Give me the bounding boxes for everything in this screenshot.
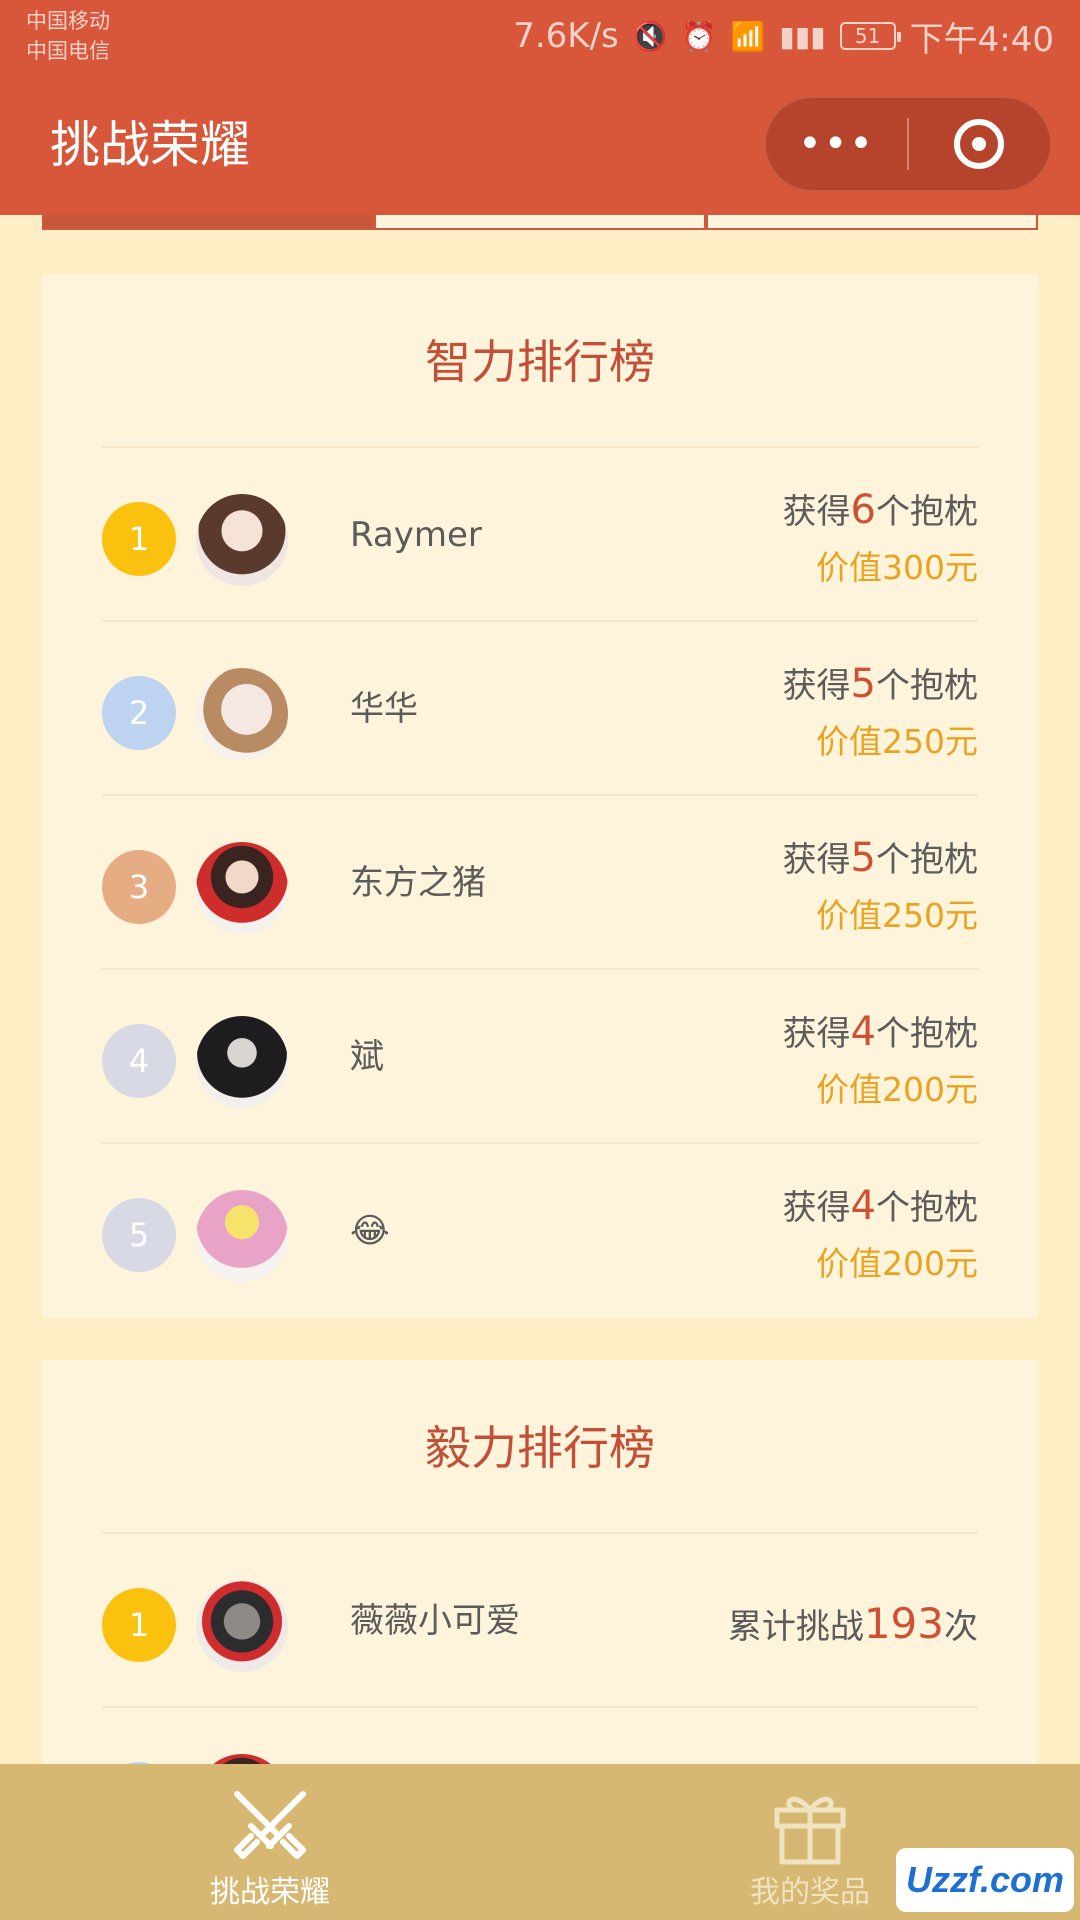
player-name: 东方之猪: [350, 863, 486, 903]
award-count: 5: [850, 661, 876, 707]
award-suffix: 个抱枕: [876, 492, 978, 532]
avatar: [196, 1580, 288, 1672]
award-suffix: 个抱枕: [876, 1014, 978, 1054]
gift-icon: [774, 1796, 846, 1865]
mute-icon: 🔇: [632, 19, 668, 53]
award-suffix: 个抱枕: [876, 840, 978, 880]
award-prefix: 获得: [782, 492, 851, 532]
count-suffix: 次: [944, 1607, 978, 1647]
rank-badge: 1: [102, 1588, 176, 1662]
tab-label: 挑战荣耀: [210, 1875, 330, 1910]
leaderboard-row[interactable]: 1 薇薇小可爱 累计挑战193次: [102, 1534, 978, 1708]
award-prefix: 获得: [782, 666, 851, 706]
target-icon: [954, 119, 1005, 169]
leaderboard-title: 智力排行榜: [425, 335, 655, 389]
leaderboard-row[interactable]: 1 Raymer 获得6个抱枕 价值300元: [102, 448, 978, 622]
close-miniprogram-button[interactable]: [909, 98, 1050, 190]
player-name: 薇薇小可爱: [350, 1601, 520, 1641]
rank-badge: 5: [102, 1198, 176, 1272]
avatar: [196, 494, 288, 586]
award-value: 价值200元: [816, 1070, 978, 1109]
clock: 下午4:40: [909, 19, 1054, 60]
intellect-leaderboard: 智力排行榜 1 Raymer 获得6个抱枕 价值300元 2 华华 获得5个抱枕…: [42, 274, 1038, 1318]
player-name: 华华: [350, 689, 418, 729]
wifi-icon: 📶: [730, 19, 766, 53]
more-dots-icon: •••: [798, 121, 875, 167]
award-count: 5: [850, 835, 876, 881]
rank-badge: 1: [102, 502, 176, 576]
count-number: 193: [863, 1599, 944, 1648]
leaderboard-title: 毅力排行榜: [425, 1421, 655, 1475]
challenge-count: 累计挑战193次: [728, 1596, 978, 1655]
battery-indicator: 51: [839, 22, 901, 50]
award-info: 获得6个抱枕 价值300元: [783, 482, 978, 596]
player-name: 😂: [350, 1211, 390, 1251]
award-prefix: 获得: [782, 1188, 851, 1228]
tab-challenge-glory[interactable]: 挑战荣耀: [90, 1764, 450, 1920]
award-info: 获得4个抱枕 价值200元: [783, 1004, 978, 1118]
site-watermark-logo: Uzzf.com: [896, 1848, 1074, 1912]
leaderboard-row[interactable]: 3 东方之猪 获得5个抱枕 价值250元: [102, 796, 978, 970]
carrier-label-2: 中国电信: [26, 39, 110, 63]
crossed-swords-icon: [234, 1791, 306, 1859]
avatar: [196, 1016, 288, 1108]
status-indicators: 7.6K/s 🔇 ⏰ 📶 ▮▮▮ 51 下午4:40: [513, 14, 1054, 60]
avatar: [196, 842, 288, 934]
award-suffix: 个抱枕: [876, 1188, 978, 1228]
avatar: [196, 1190, 288, 1282]
rank-badge: 3: [102, 850, 176, 924]
award-value: 价值300元: [816, 548, 978, 587]
award-info: 获得4个抱枕 价值200元: [783, 1178, 978, 1292]
player-name: 斌: [350, 1037, 384, 1077]
award-value: 价值250元: [816, 896, 978, 935]
rank-badge: 4: [102, 1024, 176, 1098]
award-value: 价值250元: [816, 722, 978, 761]
avatar: [196, 668, 288, 760]
award-prefix: 获得: [782, 1014, 851, 1054]
page-title: 挑战荣耀: [50, 116, 250, 174]
award-count: 6: [850, 487, 876, 533]
alarm-icon: ⏰: [681, 19, 717, 53]
leaderboard-row[interactable]: 2 华华 获得5个抱枕 价值250元: [102, 622, 978, 796]
award-count: 4: [850, 1183, 876, 1229]
miniprogram-capsule: •••: [764, 96, 1052, 192]
rank-badge: 2: [102, 676, 176, 750]
network-speed: 7.6K/s: [513, 16, 619, 56]
carrier-info: 中国移动 中国电信: [26, 6, 110, 66]
player-name: Raymer: [350, 515, 482, 555]
leaderboard-row[interactable]: 5 😂 获得4个抱枕 价值200元: [102, 1144, 978, 1318]
more-button[interactable]: •••: [766, 98, 907, 190]
status-bar: 中国移动 中国电信 7.6K/s 🔇 ⏰ 📶 ▮▮▮ 51 下午4:40: [0, 0, 1080, 72]
leaderboard-row[interactable]: 4 斌 获得4个抱枕 价值200元: [102, 970, 978, 1144]
award-count: 4: [850, 1009, 876, 1055]
carrier-label-1: 中国移动: [26, 9, 110, 33]
top-bar: 中国移动 中国电信 7.6K/s 🔇 ⏰ 📶 ▮▮▮ 51 下午4:40 挑战荣…: [0, 0, 1080, 215]
award-info: 获得5个抱枕 价值250元: [783, 656, 978, 770]
award-info: 获得5个抱枕 价值250元: [783, 830, 978, 944]
award-prefix: 获得: [782, 840, 851, 880]
award-value: 价值200元: [816, 1244, 978, 1283]
count-prefix: 累计挑战: [727, 1607, 864, 1647]
award-suffix: 个抱枕: [876, 666, 978, 706]
signal-icon: ▮▮▮: [779, 19, 826, 53]
